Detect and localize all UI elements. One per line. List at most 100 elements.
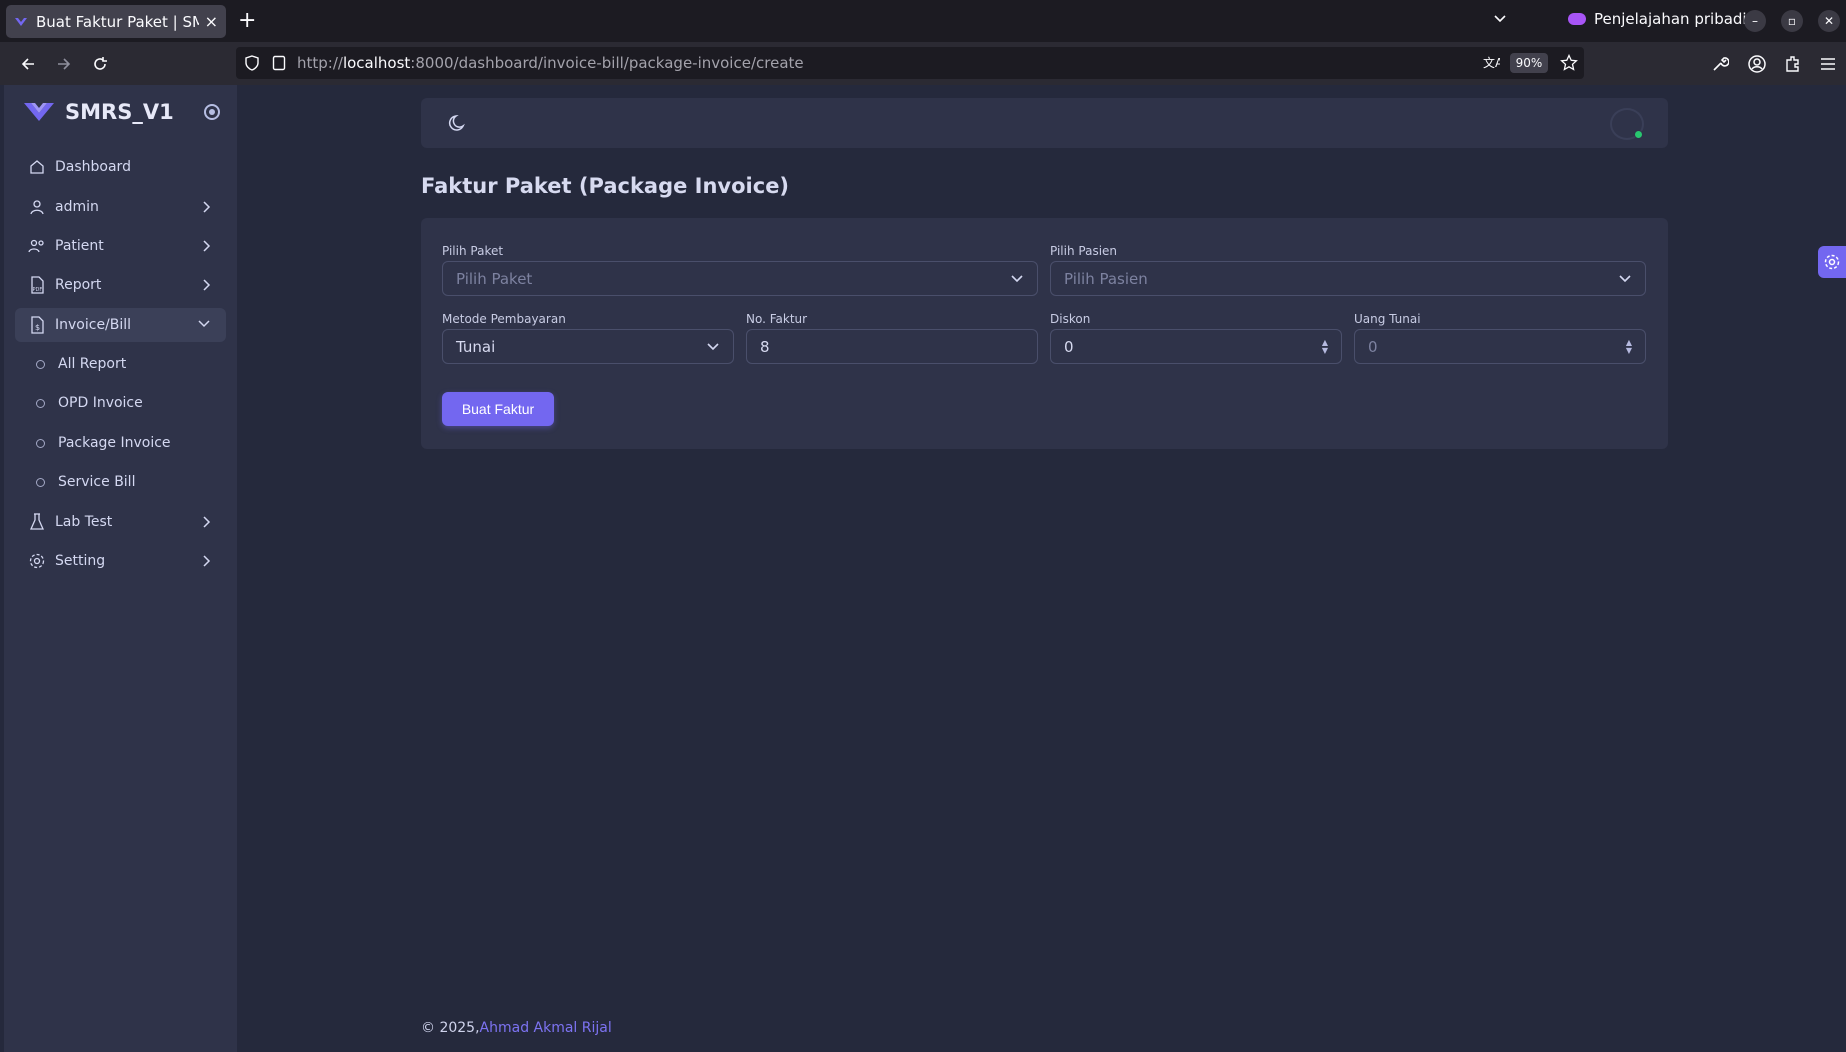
chevron-down-icon <box>707 343 719 351</box>
reload-icon[interactable] <box>88 52 112 76</box>
user-avatar[interactable] <box>1610 108 1644 140</box>
sidebar-subitem-opd-invoice[interactable]: OPD Invoice <box>15 386 226 420</box>
close-window-button[interactable]: ✕ <box>1818 10 1840 32</box>
sidebar-item-admin[interactable]: admin <box>15 190 226 224</box>
sidebar-item-setting[interactable]: Setting <box>15 544 226 578</box>
cash-label: Uang Tunai <box>1354 312 1421 326</box>
private-browsing-label: Penjelajahan pribadi <box>1594 10 1747 28</box>
sidebar-subitem-package-invoice[interactable]: Package Invoice <box>15 426 226 460</box>
sidebar-item-label: Invoice/Bill <box>55 317 132 333</box>
chevron-right-icon <box>203 201 211 213</box>
app-logo-icon <box>24 103 54 121</box>
sidebar-item-label: Patient <box>55 238 104 254</box>
package-label: Pilih Paket <box>442 244 504 258</box>
flask-icon <box>28 513 46 531</box>
svg-text:文A: 文A <box>1483 55 1500 70</box>
discount-value: 0 <box>1064 337 1074 356</box>
online-status-dot <box>1634 130 1643 139</box>
sidebar-item-lab-test[interactable]: Lab Test <box>15 505 226 539</box>
patient-select[interactable]: Pilih Pasien <box>1050 261 1646 296</box>
sidebar-item-label: admin <box>55 199 99 215</box>
url-host: localhost <box>342 54 411 72</box>
zoom-level-badge[interactable]: 90% <box>1510 53 1548 73</box>
chevron-right-icon <box>203 516 211 528</box>
gear-icon <box>1824 254 1840 270</box>
package-placeholder: Pilih Paket <box>456 269 533 288</box>
gear-icon <box>28 552 46 570</box>
footer: © 2025,Ahmad Akmal Rijal <box>421 1020 612 1036</box>
circle-icon <box>36 477 45 487</box>
theme-toggle-moon-icon[interactable] <box>448 113 468 133</box>
sidebar-item-dashboard[interactable]: Dashboard <box>15 150 226 184</box>
cash-input[interactable]: 0 ▲ ▼ <box>1354 329 1646 364</box>
number-stepper-icon[interactable]: ▲ ▼ <box>1322 339 1328 355</box>
sidebar-subitem-service-bill[interactable]: Service Bill <box>15 465 226 499</box>
create-invoice-button[interactable]: Buat Faktur <box>442 392 554 426</box>
sidebar-subitem-label: All Report <box>58 356 127 372</box>
discount-input[interactable]: 0 ▲ ▼ <box>1050 329 1342 364</box>
home-icon <box>28 158 46 176</box>
sidebar-subitem-label: Service Bill <box>58 474 136 490</box>
chevron-right-icon <box>203 555 211 567</box>
user-icon <box>28 198 46 216</box>
invoice-icon: $ <box>28 316 46 334</box>
chevron-down-icon <box>1619 275 1631 283</box>
tab-list-chevron-icon[interactable] <box>1492 10 1508 26</box>
sidebar-item-label: Dashboard <box>55 159 131 175</box>
url-path: :8000/dashboard/invoice-bill/package-inv… <box>410 54 804 72</box>
footer-copyright: © 2025, <box>421 1020 480 1036</box>
new-tab-button[interactable]: + <box>238 8 256 34</box>
discount-label: Diskon <box>1050 312 1091 326</box>
sidebar-subitem-label: OPD Invoice <box>58 395 143 411</box>
sidebar-subitem-all-report[interactable]: All Report <box>15 347 226 381</box>
svg-text:PDF: PDF <box>33 287 43 293</box>
sidebar-item-invoice-bill[interactable]: $ Invoice/Bill <box>15 308 226 342</box>
shield-icon[interactable] <box>244 55 260 71</box>
tab-title: Buat Faktur Paket | SMRS <box>36 12 199 31</box>
tab-close-icon[interactable]: × <box>205 12 218 31</box>
invoice-number-value: 8 <box>760 337 770 356</box>
brand-name: SMRS_V1 <box>65 100 174 124</box>
chevron-down-icon <box>1011 275 1023 283</box>
chevron-down-icon <box>198 320 210 328</box>
private-mask-icon <box>1568 13 1586 25</box>
bookmark-star-icon[interactable] <box>1560 54 1578 72</box>
invoice-number-label: No. Faktur <box>746 312 808 326</box>
menu-hamburger-icon[interactable] <box>1819 55 1837 73</box>
sidebar-item-report[interactable]: PDF Report <box>15 268 226 302</box>
page-info-icon[interactable] <box>272 55 286 71</box>
account-icon[interactable] <box>1747 54 1767 74</box>
minimize-button[interactable]: – <box>1744 10 1766 32</box>
restore-button[interactable]: ▫ <box>1781 10 1803 32</box>
sidebar-item-label: Setting <box>55 553 106 569</box>
url-text[interactable]: http://localhost:8000/dashboard/invoice-… <box>297 54 804 72</box>
package-invoice-form: Pilih Paket Pilih Paket Pilih Pasien Pil… <box>421 218 1668 449</box>
back-icon[interactable] <box>16 52 40 76</box>
app-favicon-icon <box>15 17 27 26</box>
payment-method-value: Tunai <box>456 337 496 356</box>
sidebar-item-patient[interactable]: Patient <box>15 229 226 263</box>
svg-text:$: $ <box>35 323 40 332</box>
payment-method-select[interactable]: Tunai <box>442 329 734 364</box>
footer-author-link[interactable]: Ahmad Akmal Rijal <box>480 1020 612 1036</box>
number-stepper-icon[interactable]: ▲ ▼ <box>1626 339 1632 355</box>
chevron-right-icon <box>203 279 211 291</box>
url-scheme: http:// <box>297 54 343 72</box>
wrench-icon[interactable] <box>1711 55 1729 73</box>
top-navbar <box>421 98 1668 148</box>
translate-icon[interactable]: 文A <box>1482 54 1500 72</box>
forward-icon[interactable] <box>52 52 76 76</box>
browser-tab[interactable]: Buat Faktur Paket | SMRS × <box>6 5 226 38</box>
users-icon <box>28 237 46 255</box>
payment-method-label: Metode Pembayaran <box>442 312 566 326</box>
brand[interactable]: SMRS_V1 <box>23 100 174 124</box>
browser-tab-bar: Buat Faktur Paket | SMRS × + Penjelajaha… <box>0 0 1846 42</box>
address-bar[interactable]: http://localhost:8000/dashboard/invoice-… <box>236 47 1584 79</box>
sidebar-toggle-icon[interactable] <box>204 104 220 120</box>
template-customizer-button[interactable] <box>1818 246 1846 278</box>
package-select[interactable]: Pilih Paket <box>442 261 1038 296</box>
invoice-number-input[interactable]: 8 <box>746 329 1038 364</box>
extensions-icon[interactable] <box>1784 54 1802 74</box>
circle-icon <box>36 438 45 448</box>
sidebar: SMRS_V1 Dashboard admin Patient PDF Repo… <box>4 85 237 1052</box>
